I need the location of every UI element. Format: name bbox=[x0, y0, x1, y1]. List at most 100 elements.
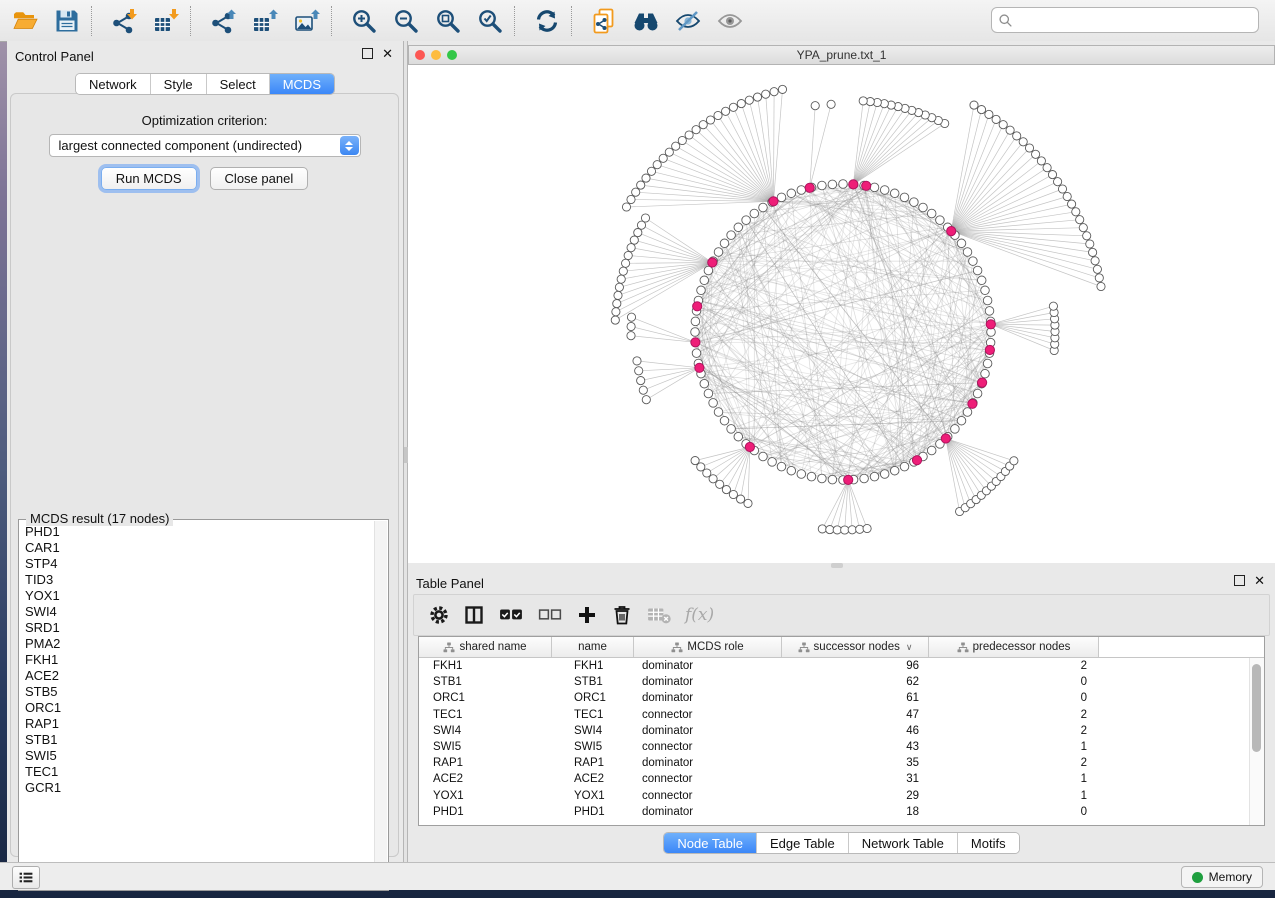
mcds-result-item[interactable]: TEC1 bbox=[21, 764, 373, 780]
table-scrollbar[interactable] bbox=[1249, 658, 1264, 825]
table-panel-title: Table Panel bbox=[416, 576, 484, 591]
hide-selected-button[interactable] bbox=[671, 4, 705, 38]
node-table: shared namenameMCDS rolesuccessor nodes∨… bbox=[418, 636, 1265, 826]
first-neighbors-button[interactable] bbox=[629, 4, 663, 38]
settings-gear-icon bbox=[429, 605, 449, 625]
table-row[interactable]: ORC1ORC1dominator610 bbox=[419, 690, 1264, 706]
close-panel-icon[interactable]: ✕ bbox=[382, 48, 393, 59]
show-columns-button[interactable] bbox=[464, 605, 484, 625]
copy-network-button[interactable] bbox=[587, 4, 621, 38]
delete-columns-button[interactable] bbox=[612, 605, 632, 625]
toolbar-separator bbox=[91, 6, 92, 36]
memory-status-icon bbox=[1192, 872, 1203, 883]
show-panels-button[interactable] bbox=[12, 866, 40, 889]
cell-successor-nodes: 18 bbox=[782, 806, 929, 818]
add-column-button[interactable] bbox=[577, 605, 597, 625]
search-box bbox=[991, 7, 1259, 33]
cell-predecessor-nodes: 2 bbox=[929, 660, 1099, 672]
import-network-button[interactable] bbox=[107, 4, 141, 38]
cell-shared-name: TEC1 bbox=[419, 709, 552, 721]
tab-style[interactable]: Style bbox=[150, 74, 206, 94]
mcds-list-scrollbar[interactable] bbox=[374, 521, 387, 889]
table-tab-motifs[interactable]: Motifs bbox=[957, 833, 1019, 853]
mcds-result-item[interactable]: SRD1 bbox=[21, 620, 373, 636]
mcds-result-item[interactable]: STB5 bbox=[21, 684, 373, 700]
import-table-button[interactable] bbox=[149, 4, 183, 38]
table-panel-tabs: Node TableEdge TableNetwork TableMotifs bbox=[408, 832, 1275, 854]
deselect-all-icon bbox=[538, 605, 562, 625]
table-tab-network-table[interactable]: Network Table bbox=[848, 833, 957, 853]
save-session-button[interactable] bbox=[50, 4, 84, 38]
mcds-result-item[interactable]: SWI5 bbox=[21, 748, 373, 764]
column-header-shared-name[interactable]: shared name bbox=[419, 637, 552, 657]
table-tab-node-table[interactable]: Node Table bbox=[664, 833, 756, 853]
mcds-result-item[interactable]: STP4 bbox=[21, 556, 373, 572]
mcds-result-item[interactable]: CAR1 bbox=[21, 540, 373, 556]
mcds-result-item[interactable]: ACE2 bbox=[21, 668, 373, 684]
mcds-result-item[interactable]: RAP1 bbox=[21, 716, 373, 732]
mcds-result-item[interactable]: FKH1 bbox=[21, 652, 373, 668]
network-canvas[interactable] bbox=[408, 65, 1275, 563]
zoom-selected-button[interactable] bbox=[473, 4, 507, 38]
export-image-icon bbox=[294, 8, 320, 34]
mcds-result-item[interactable]: STB1 bbox=[21, 732, 373, 748]
sort-indicator-icon: ∨ bbox=[906, 642, 913, 653]
table-row[interactable]: YOX1YOX1connector291 bbox=[419, 788, 1264, 804]
table-row[interactable]: ACE2ACE2connector311 bbox=[419, 771, 1264, 787]
close-table-panel-icon[interactable]: ✕ bbox=[1254, 575, 1265, 586]
delete-table-button bbox=[647, 605, 671, 625]
export-image-button[interactable] bbox=[290, 4, 324, 38]
column-header-MCDS-role[interactable]: MCDS role bbox=[634, 637, 782, 657]
criterion-dropdown[interactable]: largest connected component (undirected) bbox=[49, 134, 361, 157]
memory-button[interactable]: Memory bbox=[1181, 866, 1263, 888]
mcds-result-item[interactable]: SWI4 bbox=[21, 604, 373, 620]
search-input[interactable] bbox=[1017, 9, 1252, 31]
mcds-result-item[interactable]: ORC1 bbox=[21, 700, 373, 716]
mcds-result-item[interactable]: PMA2 bbox=[21, 636, 373, 652]
cell-successor-nodes: 61 bbox=[782, 692, 929, 704]
zoom-out-icon bbox=[393, 8, 419, 34]
run-mcds-button[interactable]: Run MCDS bbox=[101, 167, 197, 190]
select-all-button[interactable] bbox=[499, 605, 523, 625]
deselect-all-button[interactable] bbox=[538, 605, 562, 625]
column-header-predecessor-nodes[interactable]: predecessor nodes bbox=[929, 637, 1099, 657]
table-row[interactable]: TEC1TEC1connector472 bbox=[419, 707, 1264, 723]
column-header-successor-nodes[interactable]: successor nodes∨ bbox=[782, 637, 929, 657]
mcds-result-item[interactable]: GCR1 bbox=[21, 780, 373, 796]
network-window-titlebar[interactable]: YPA_prune.txt_1 bbox=[408, 45, 1275, 65]
export-network-button[interactable] bbox=[206, 4, 240, 38]
table-row[interactable]: SWI5SWI5connector431 bbox=[419, 739, 1264, 755]
tab-mcds[interactable]: MCDS bbox=[269, 74, 334, 94]
mcds-result-item[interactable]: TID3 bbox=[21, 572, 373, 588]
zoom-out-button[interactable] bbox=[389, 4, 423, 38]
tab-network[interactable]: Network bbox=[76, 74, 150, 94]
table-row[interactable]: SWI4SWI4dominator462 bbox=[419, 723, 1264, 739]
table-row[interactable]: FKH1FKH1dominator962 bbox=[419, 658, 1264, 674]
cell-shared-name: RAP1 bbox=[419, 757, 552, 769]
zoom-in-button[interactable] bbox=[347, 4, 381, 38]
float-table-panel-icon[interactable] bbox=[1234, 575, 1245, 586]
control-panel: Control Panel ✕ NetworkStyleSelectMCDS O… bbox=[7, 41, 403, 862]
table-row[interactable]: PHD1PHD1dominator180 bbox=[419, 804, 1264, 820]
float-panel-icon[interactable] bbox=[362, 48, 373, 59]
column-header-name[interactable]: name bbox=[552, 637, 634, 657]
cell-name: SWI5 bbox=[552, 741, 634, 753]
column-type-icon bbox=[798, 642, 810, 653]
open-file-button[interactable] bbox=[8, 4, 42, 38]
table-row[interactable]: RAP1RAP1dominator352 bbox=[419, 755, 1264, 771]
close-panel-button[interactable]: Close panel bbox=[210, 167, 309, 190]
cell-name: TEC1 bbox=[552, 709, 634, 721]
show-all-button[interactable] bbox=[713, 4, 747, 38]
settings-gear-button[interactable] bbox=[429, 605, 449, 625]
table-scrollbar-thumb[interactable] bbox=[1252, 664, 1261, 752]
mcds-result-item[interactable]: YOX1 bbox=[21, 588, 373, 604]
tab-select[interactable]: Select bbox=[206, 74, 269, 94]
mcds-result-item[interactable]: PHD1 bbox=[21, 524, 373, 540]
zoom-fit-button[interactable] bbox=[431, 4, 465, 38]
table-tab-edge-table[interactable]: Edge Table bbox=[756, 833, 848, 853]
table-row[interactable]: STB1STB1dominator620 bbox=[419, 674, 1264, 690]
refresh-layout-button[interactable] bbox=[530, 4, 564, 38]
export-table-button[interactable] bbox=[248, 4, 282, 38]
open-file-icon bbox=[12, 8, 38, 34]
select-all-icon bbox=[499, 605, 523, 625]
